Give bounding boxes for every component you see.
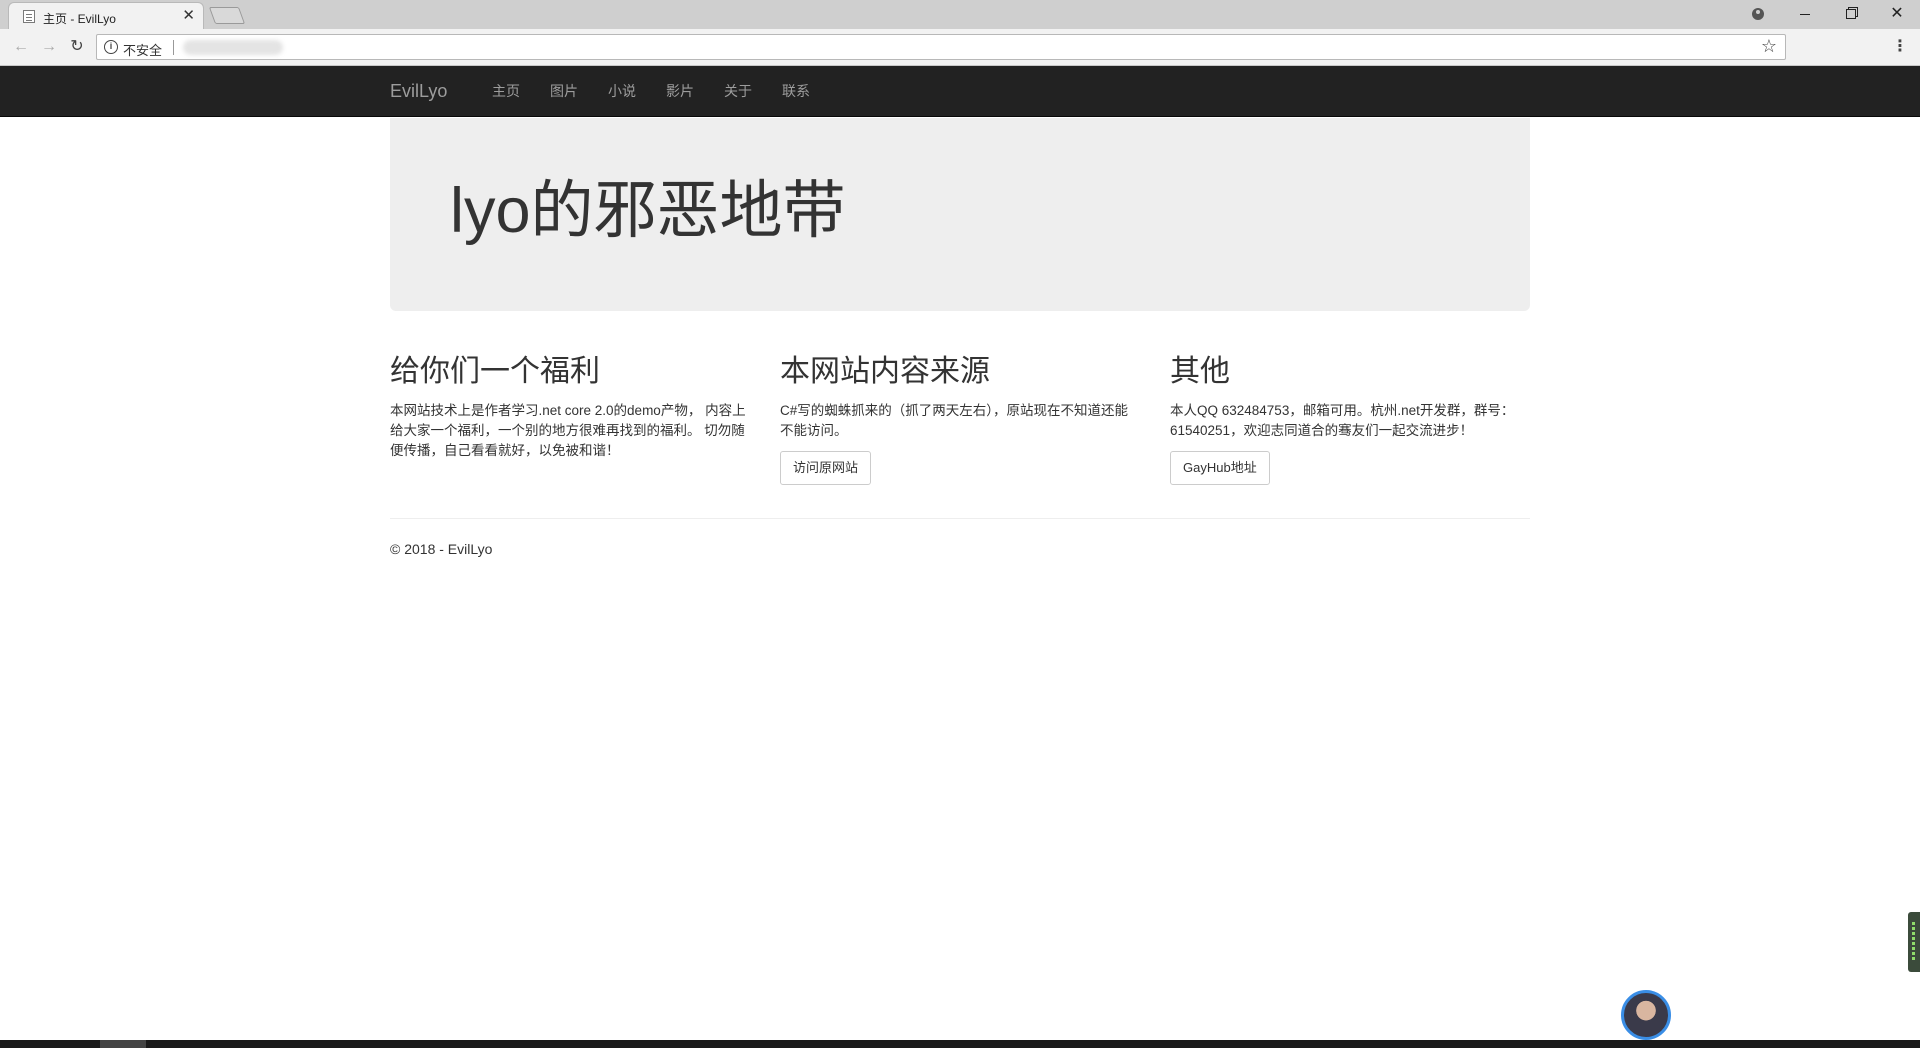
column-other: 其他 本人QQ 632484753，邮箱可用。杭州.net开发群，群号：6154…: [1170, 354, 1530, 485]
page-icon: [23, 10, 35, 23]
column-source: 本网站内容来源 C#写的蜘蛛抓来的（抓了两天左右），原站现在不知道还能不能访问。…: [780, 354, 1140, 485]
gayhub-link-button[interactable]: GayHub地址: [1170, 451, 1270, 485]
new-tab-button[interactable]: [208, 7, 246, 24]
taskbar: [0, 1040, 1920, 1048]
minimize-button[interactable]: [1782, 0, 1828, 29]
reload-icon[interactable]: ↻: [66, 36, 88, 58]
site-navbar: EvilLyo 主页 图片 小说 影片 关于 联系: [0, 66, 1920, 117]
nav-item-home[interactable]: 主页: [477, 66, 535, 117]
nav-menu: 主页 图片 小说 影片 关于 联系: [477, 66, 825, 117]
nav-item-images[interactable]: 图片: [535, 66, 593, 117]
nav-item-novels[interactable]: 小说: [593, 66, 651, 117]
profile-icon[interactable]: [1735, 0, 1781, 29]
address-separator: [173, 40, 174, 55]
jumbotron: lyo的邪恶地带: [390, 118, 1530, 311]
browser-tab-strip: 主页 - EvilLyo ✕ ✕: [0, 0, 1920, 29]
bookmark-star-icon[interactable]: ☆: [1761, 36, 1777, 57]
column-text: 本网站技术上是作者学习.net core 2.0的demo产物， 内容上给大家一…: [390, 403, 746, 458]
restore-button[interactable]: [1828, 0, 1874, 29]
nav-item-videos[interactable]: 影片: [651, 66, 709, 117]
browser-toolbar: ← → ↻ i 不安全 ☆ ⋮: [0, 29, 1920, 66]
brand-link[interactable]: EvilLyo: [390, 81, 447, 102]
column-welfare: 给你们一个福利 本网站技术上是作者学习.net core 2.0的demo产物，…: [390, 354, 750, 471]
visit-original-site-button[interactable]: 访问原网站: [780, 451, 872, 485]
security-label[interactable]: 不安全: [123, 40, 162, 59]
column-text: 本人QQ 632484753，邮箱可用。杭州.net开发群，群号：6154025…: [1170, 403, 1515, 438]
browser-tab[interactable]: 主页 - EvilLyo ✕: [8, 2, 204, 29]
forward-arrow-icon[interactable]: →: [38, 36, 60, 58]
browser-menu-icon[interactable]: ⋮: [1890, 36, 1910, 58]
nav-item-contact[interactable]: 联系: [767, 66, 825, 117]
footer-divider: [390, 518, 1530, 519]
nav-item-about[interactable]: 关于: [709, 66, 767, 117]
info-icon[interactable]: i: [104, 40, 118, 54]
url-redacted[interactable]: [183, 40, 283, 55]
close-tab-icon[interactable]: ✕: [182, 8, 195, 23]
column-heading: 其他: [1170, 355, 1230, 388]
column-heading: 给你们一个福利: [390, 355, 600, 388]
footer-copyright: © 2018 - EvilLyo: [390, 541, 493, 557]
column-heading: 本网站内容来源: [780, 355, 990, 388]
close-window-button[interactable]: ✕: [1874, 0, 1920, 29]
column-text: C#写的蜘蛛抓来的（抓了两天左右），原站现在不知道还能不能访问。: [780, 403, 1129, 438]
back-arrow-icon[interactable]: ←: [10, 36, 32, 58]
floating-avatar[interactable]: [1621, 990, 1671, 1040]
taskbar-item[interactable]: [100, 1040, 146, 1048]
tab-title: 主页 - EvilLyo: [43, 12, 116, 26]
page-title: lyo的邪恶地带: [450, 176, 846, 246]
side-meter-widget[interactable]: [1908, 912, 1920, 972]
address-bar[interactable]: i 不安全 ☆: [96, 34, 1786, 60]
